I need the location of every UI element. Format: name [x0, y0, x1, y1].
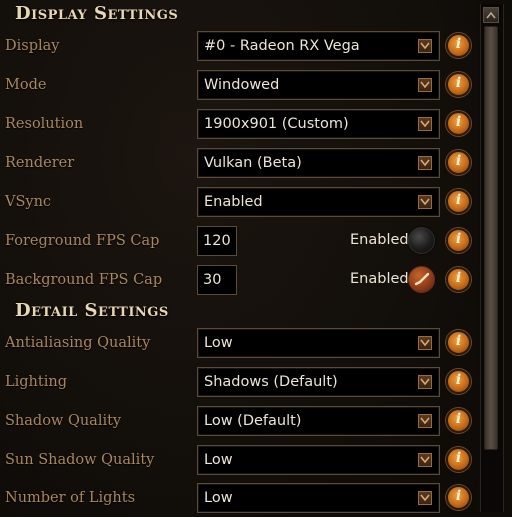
- lighting-dropdown[interactable]: Shadows (Default): [197, 367, 440, 397]
- info-icon[interactable]: i: [446, 111, 471, 136]
- setting-label: Number of Lights: [5, 490, 136, 506]
- setting-label: Shadow Quality: [5, 413, 122, 429]
- foreground-fps-input[interactable]: 120: [197, 226, 237, 256]
- background-fps-checkbox[interactable]: [408, 266, 435, 293]
- setting-row-sun-shadow-quality: Sun Shadow Quality Low i: [0, 445, 478, 479]
- setting-row-foreground-fps: Foreground FPS Cap 120 Enabled i: [0, 226, 478, 260]
- info-icon[interactable]: i: [446, 72, 471, 97]
- setting-label: Renderer: [5, 155, 75, 171]
- info-icon[interactable]: i: [446, 228, 471, 253]
- input-value: 120: [203, 233, 231, 249]
- checkmark-icon: [414, 272, 430, 286]
- info-icon[interactable]: i: [446, 267, 471, 292]
- settings-panel: Display Settings Display #0 - Radeon RX …: [0, 0, 478, 516]
- scrollbar-thumb[interactable]: [484, 26, 498, 450]
- setting-row-antialiasing: Antialiasing Quality Low i: [0, 328, 478, 362]
- setting-label: Lighting: [5, 374, 67, 390]
- number-of-lights-dropdown[interactable]: Low: [197, 483, 440, 513]
- setting-row-display: Display #0 - Radeon RX Vega i: [0, 31, 478, 65]
- dropdown-value: Enabled: [204, 194, 263, 210]
- setting-row-shadow-quality: Shadow Quality Low (Default) i: [0, 406, 478, 440]
- chevron-down-icon[interactable]: [418, 78, 432, 92]
- info-icon[interactable]: i: [446, 33, 471, 58]
- dropdown-value: Shadows (Default): [204, 374, 338, 390]
- display-dropdown[interactable]: #0 - Radeon RX Vega: [197, 31, 440, 61]
- chevron-down-icon[interactable]: [418, 117, 432, 131]
- scroll-up-button[interactable]: [483, 7, 499, 23]
- setting-label: Foreground FPS Cap: [5, 233, 160, 249]
- checkbox-label: Enabled: [350, 271, 409, 287]
- mode-dropdown[interactable]: Windowed: [197, 70, 440, 100]
- chevron-down-icon[interactable]: [418, 414, 432, 428]
- dropdown-value: #0 - Radeon RX Vega: [204, 38, 360, 54]
- chevron-down-icon[interactable]: [418, 453, 432, 467]
- dropdown-value: 1900x901 (Custom): [204, 116, 349, 132]
- arrow-up-icon: [486, 11, 496, 19]
- setting-row-background-fps: Background FPS Cap 30 Enabled i: [0, 265, 478, 299]
- background-fps-input[interactable]: 30: [197, 265, 237, 295]
- detail-settings-title: Detail Settings: [15, 300, 169, 321]
- setting-label: Resolution: [5, 116, 84, 132]
- info-icon[interactable]: i: [446, 189, 471, 214]
- dropdown-value: Vulkan (Beta): [204, 155, 302, 171]
- setting-label: Display: [5, 38, 60, 54]
- setting-row-number-of-lights: Number of Lights Low i: [0, 483, 478, 517]
- dropdown-value: Low: [204, 490, 233, 506]
- dropdown-value: Low: [204, 452, 233, 468]
- setting-row-vsync: VSync Enabled i: [0, 187, 478, 221]
- setting-label: Sun Shadow Quality: [5, 452, 155, 468]
- input-value: 30: [203, 272, 222, 288]
- display-settings-title: Display Settings: [15, 3, 179, 24]
- dropdown-value: Low (Default): [204, 413, 302, 429]
- setting-label: Background FPS Cap: [5, 272, 163, 288]
- antialiasing-dropdown[interactable]: Low: [197, 328, 440, 358]
- setting-row-resolution: Resolution 1900x901 (Custom) i: [0, 109, 478, 143]
- chevron-down-icon[interactable]: [418, 195, 432, 209]
- setting-row-mode: Mode Windowed i: [0, 70, 478, 104]
- resolution-dropdown[interactable]: 1900x901 (Custom): [197, 109, 440, 139]
- chevron-down-icon[interactable]: [418, 375, 432, 389]
- setting-label: Antialiasing Quality: [5, 335, 151, 351]
- chevron-down-icon[interactable]: [418, 336, 432, 350]
- info-icon[interactable]: i: [446, 447, 471, 472]
- info-icon[interactable]: i: [446, 150, 471, 175]
- setting-row-renderer: Renderer Vulkan (Beta) i: [0, 148, 478, 182]
- info-icon[interactable]: i: [446, 369, 471, 394]
- chevron-down-icon[interactable]: [418, 491, 432, 505]
- info-icon[interactable]: i: [446, 485, 471, 510]
- chevron-down-icon[interactable]: [418, 39, 432, 53]
- renderer-dropdown[interactable]: Vulkan (Beta): [197, 148, 440, 178]
- setting-label: Mode: [5, 77, 47, 93]
- sun-shadow-quality-dropdown[interactable]: Low: [197, 445, 440, 475]
- setting-row-lighting: Lighting Shadows (Default) i: [0, 367, 478, 401]
- dropdown-value: Windowed: [204, 77, 280, 93]
- chevron-down-icon[interactable]: [418, 156, 432, 170]
- setting-label: VSync: [5, 194, 52, 210]
- info-icon[interactable]: i: [446, 408, 471, 433]
- info-icon[interactable]: i: [446, 330, 471, 355]
- vsync-dropdown[interactable]: Enabled: [197, 187, 440, 217]
- checkbox-label: Enabled: [350, 232, 409, 248]
- foreground-fps-checkbox[interactable]: [408, 227, 435, 254]
- shadow-quality-dropdown[interactable]: Low (Default): [197, 406, 440, 436]
- dropdown-value: Low: [204, 335, 233, 351]
